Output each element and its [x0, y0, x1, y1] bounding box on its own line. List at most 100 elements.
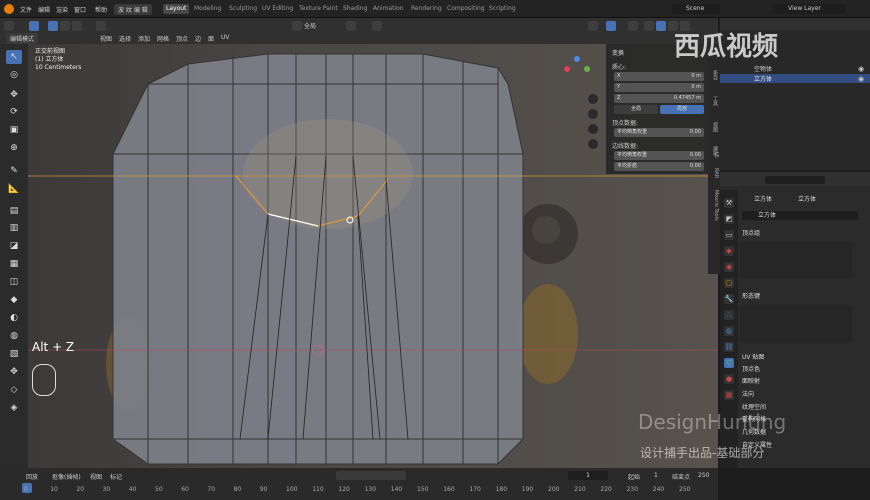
grid-ortho-icon[interactable]: [588, 139, 598, 149]
camera-icon[interactable]: [588, 124, 598, 134]
menu-vertex[interactable]: 顶点: [176, 34, 188, 43]
gizmo-x-icon[interactable]: [564, 66, 570, 72]
viewport-gizmo-icon[interactable]: [588, 21, 598, 31]
workspace-tab-texture-paint[interactable]: Texture Paint: [299, 5, 338, 12]
workspace-tab-shading[interactable]: Shading: [343, 5, 367, 12]
rotate-tool-icon[interactable]: ⟳: [6, 105, 22, 119]
edge-bevel-field[interactable]: 平均倒角权重 0.00: [614, 151, 704, 160]
mesh-name-field[interactable]: 立方体: [742, 211, 858, 220]
edge-slide-tool-icon[interactable]: ▧: [6, 347, 22, 361]
zoom-icon[interactable]: [588, 94, 598, 104]
tab-l5[interactable]: L5: [709, 152, 719, 158]
snap-icon[interactable]: [346, 21, 356, 31]
shading-wireframe-icon[interactable]: [644, 21, 654, 31]
menu-select[interactable]: 选择: [119, 34, 131, 43]
z-field[interactable]: Z 0.47457 m: [614, 94, 704, 103]
inset-tool-icon[interactable]: ▥: [6, 221, 22, 235]
outliner-item-empty[interactable]: 空物体: [732, 64, 870, 73]
menu-help[interactable]: 帮助: [95, 5, 107, 14]
tab-rar[interactable]: RAR: [709, 168, 719, 178]
xray-icon[interactable]: [628, 21, 638, 31]
menu-playback[interactable]: 回放: [26, 472, 38, 481]
section-normals[interactable]: 法向: [742, 389, 754, 398]
select-mode-icon[interactable]: [29, 21, 39, 31]
workspace-tab-sculpting[interactable]: Sculpting: [229, 5, 257, 12]
menu-mesh[interactable]: 网格: [157, 34, 169, 43]
tab-item[interactable]: 条目: [709, 70, 719, 80]
menu-view[interactable]: 视图: [100, 34, 112, 43]
menu-edit[interactable]: 编辑: [38, 5, 50, 14]
texture-props-icon[interactable]: ▦: [724, 390, 734, 400]
tab-mexrio-tools[interactable]: Mexrio Tools: [709, 190, 719, 221]
face-select-icon[interactable]: [72, 21, 82, 31]
edit-mode-label[interactable]: 波 纹 编 辑: [114, 4, 152, 15]
bevel-tool-icon[interactable]: ◪: [6, 239, 22, 253]
menu-edge[interactable]: 边: [195, 34, 201, 43]
overlay-icon[interactable]: [606, 21, 616, 31]
scene-props-icon[interactable]: ◆: [724, 246, 734, 256]
menu-view-timeline[interactable]: 视图: [90, 472, 102, 481]
orientation-dropdown[interactable]: 全局: [304, 21, 316, 30]
menu-keying[interactable]: 抠像(插帧): [52, 472, 81, 481]
visibility-eye-icon[interactable]: ◉: [858, 75, 864, 83]
outliner-item-cube[interactable]: 立方体: [720, 74, 870, 83]
shrink-tool-icon[interactable]: ✥: [6, 365, 22, 379]
shading-solid-icon[interactable]: [656, 21, 666, 31]
output-props-icon[interactable]: ▭: [724, 230, 734, 240]
tab-view[interactable]: 视图: [709, 122, 719, 132]
measure-tool-icon[interactable]: 📐: [6, 182, 22, 196]
mode-dropdown[interactable]: 编辑模式: [6, 33, 39, 44]
tool-props-icon[interactable]: ⚒: [724, 198, 734, 208]
extrude-tool-icon[interactable]: ▤: [6, 204, 22, 218]
polybuild-tool-icon[interactable]: ◆: [6, 293, 22, 307]
cursor-tool-icon[interactable]: ◎: [6, 68, 22, 82]
vertex-bevel-field[interactable]: 平均倒角权重 0.00: [614, 128, 704, 137]
knife-tool-icon[interactable]: ◫: [6, 275, 22, 289]
spin-tool-icon[interactable]: ◐: [6, 311, 22, 325]
local-toggle[interactable]: 局部: [660, 105, 704, 114]
menu-uv[interactable]: UV: [221, 34, 230, 41]
section-face-maps[interactable]: 面映射: [742, 376, 760, 385]
workspace-tab-animation[interactable]: Animation: [373, 5, 404, 12]
render-props-icon[interactable]: ◩: [724, 214, 734, 224]
menu-render[interactable]: 渲染: [56, 5, 68, 14]
x-field[interactable]: X0 m: [614, 72, 704, 81]
edge-select-icon[interactable]: [60, 21, 70, 31]
transform-tool-icon[interactable]: ⊕: [6, 141, 22, 155]
constraint-props-icon[interactable]: ⛓: [724, 342, 734, 352]
pan-hand-icon[interactable]: [588, 109, 598, 119]
annotate-tool-icon[interactable]: ✎: [6, 164, 22, 178]
current-frame-field[interactable]: 1: [568, 471, 608, 480]
pivot-icon[interactable]: [292, 21, 302, 31]
gizmo-y-icon[interactable]: [584, 66, 590, 72]
editor-type-icon[interactable]: [4, 21, 14, 31]
physics-props-icon[interactable]: ◍: [724, 326, 734, 336]
move-tool-icon[interactable]: ✥: [6, 88, 22, 102]
end-frame-field[interactable]: 250: [698, 472, 709, 479]
playback-controls[interactable]: [336, 471, 406, 480]
particle-props-icon[interactable]: ∴: [724, 310, 734, 320]
section-vertex-colors[interactable]: 顶点色: [742, 364, 760, 373]
vertex-groups-header[interactable]: 顶点组: [742, 228, 760, 237]
shape-keys-list[interactable]: [740, 305, 852, 343]
vertex-groups-list[interactable]: [740, 242, 852, 278]
shear-tool-icon[interactable]: ◇: [6, 383, 22, 397]
workspace-tab-compositing[interactable]: Compositing: [447, 5, 485, 12]
object-props-icon[interactable]: ▢: [724, 278, 734, 288]
start-frame-field[interactable]: 1: [654, 472, 658, 479]
modifier-props-icon[interactable]: 🔧: [724, 294, 734, 304]
gizmo-z-icon[interactable]: [574, 56, 580, 62]
menu-face[interactable]: 面: [208, 34, 214, 43]
properties-search-input[interactable]: [765, 176, 825, 184]
blender-logo-icon[interactable]: [4, 4, 14, 14]
mesh-data-props-icon[interactable]: ▽: [724, 358, 734, 368]
workspace-tab-rendering[interactable]: Rendering: [411, 5, 442, 12]
workspace-tab-uv-editing[interactable]: UV Editing: [262, 5, 293, 12]
world-props-icon[interactable]: ◉: [724, 262, 734, 272]
menu-window[interactable]: 窗口: [74, 5, 86, 14]
transform-orientation-icon[interactable]: [96, 21, 106, 31]
scale-tool-icon[interactable]: ▣: [6, 123, 22, 137]
workspace-tab-modeling[interactable]: Modeling: [194, 5, 221, 12]
tab-tool[interactable]: 工具: [709, 96, 719, 106]
visibility-eye-icon[interactable]: ◉: [858, 65, 864, 73]
